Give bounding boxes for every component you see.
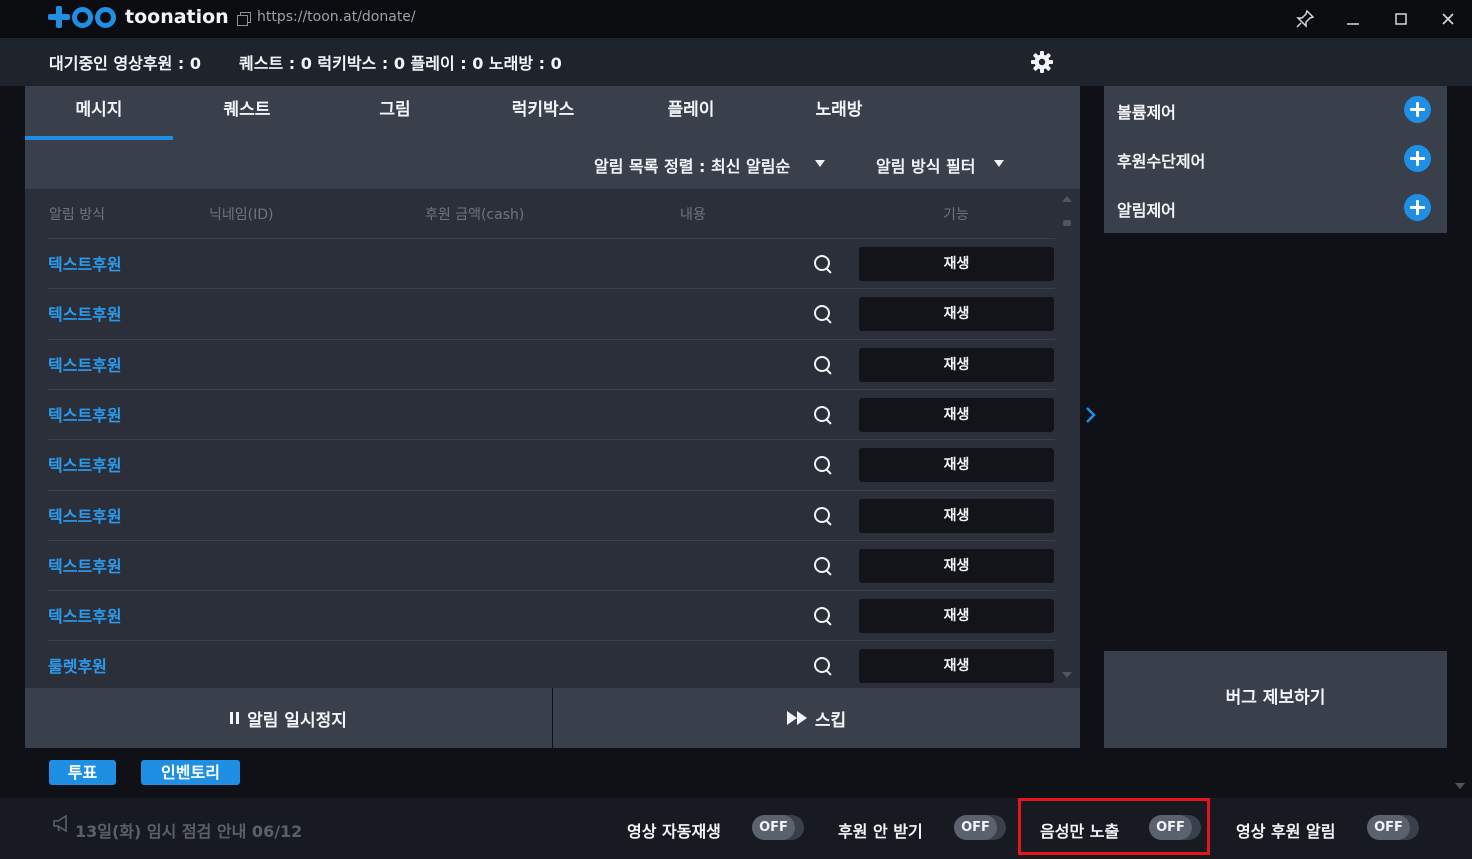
tab-play[interactable]: 플레이 bbox=[617, 86, 765, 140]
alert-method[interactable]: 룰렛후원 bbox=[48, 653, 107, 677]
chevron-right-icon[interactable] bbox=[1084, 405, 1098, 425]
video-autoplay-toggle[interactable]: OFF bbox=[752, 815, 804, 840]
copy-url-icon[interactable] bbox=[237, 12, 251, 26]
minimize-icon[interactable] bbox=[1330, 0, 1376, 38]
play-button[interactable]: 재생 bbox=[859, 549, 1054, 583]
table-row[interactable]: 텍스트후원 재생 bbox=[48, 339, 1055, 389]
search-icon[interactable] bbox=[814, 657, 832, 675]
table-row[interactable]: 텍스트후원 재생 bbox=[48, 439, 1055, 489]
no-donation-toggle[interactable]: OFF bbox=[954, 815, 1006, 840]
col-nickname: 닉네임(ID) bbox=[209, 207, 274, 223]
alert-method[interactable]: 텍스트후원 bbox=[48, 452, 122, 476]
table-row[interactable]: 텍스트후원 재생 bbox=[48, 238, 1055, 288]
search-icon[interactable] bbox=[814, 406, 832, 424]
col-amount: 후원 금액(cash) bbox=[425, 207, 525, 223]
alert-method[interactable]: 텍스트후원 bbox=[48, 503, 122, 527]
maximize-icon[interactable] bbox=[1378, 0, 1424, 38]
table-row[interactable]: 텍스트후원 재생 bbox=[48, 288, 1055, 338]
bug-report-button[interactable]: 버그 제보하기 bbox=[1104, 651, 1447, 748]
scrollbar-thumb[interactable] bbox=[1063, 220, 1071, 226]
video-donation-alert-label: 영상 후원 알림 bbox=[1236, 822, 1336, 841]
logo-text: toonation bbox=[125, 6, 229, 28]
pause-label: 알림 일시정지 bbox=[247, 710, 347, 731]
alert-control-label: 알림제어 bbox=[1117, 201, 1176, 220]
play-button[interactable]: 재생 bbox=[859, 499, 1054, 533]
video-autoplay-label: 영상 자동재생 bbox=[627, 822, 721, 841]
table-row[interactable]: 룰렛후원 재생 bbox=[48, 640, 1055, 688]
method-filter-dropdown[interactable]: 알림 방식 필터 bbox=[876, 153, 975, 177]
no-donation-label: 후원 안 받기 bbox=[838, 822, 923, 841]
search-icon[interactable] bbox=[814, 305, 832, 323]
highlight-box bbox=[1018, 798, 1210, 855]
filter-caret-icon[interactable] bbox=[994, 160, 1004, 167]
volume-control-label: 볼륨제어 bbox=[1117, 103, 1176, 122]
sort-caret-icon[interactable] bbox=[815, 160, 825, 167]
donation-method-control-label: 후원수단제어 bbox=[1117, 152, 1206, 171]
tab-karaoke[interactable]: 노래방 bbox=[765, 86, 913, 140]
scroll-down-arrow[interactable] bbox=[1062, 672, 1072, 678]
donation-method-control-add-icon[interactable] bbox=[1404, 145, 1431, 172]
fast-forward-icon bbox=[786, 711, 807, 725]
alert-method[interactable]: 텍스트후원 bbox=[48, 251, 122, 275]
megaphone-icon bbox=[52, 814, 72, 833]
notice-text[interactable]: 13일(화) 임시 점검 안내 06/12 bbox=[75, 818, 302, 842]
scroll-up-arrow[interactable] bbox=[1062, 196, 1072, 202]
logo-mark-icon bbox=[48, 6, 116, 28]
alert-method[interactable]: 텍스트후원 bbox=[48, 402, 122, 426]
alert-method[interactable]: 텍스트후원 bbox=[48, 301, 122, 325]
search-icon[interactable] bbox=[814, 356, 832, 374]
pause-alerts-button[interactable]: 알림 일시정지 bbox=[25, 688, 552, 748]
col-method: 알림 방식 bbox=[49, 207, 105, 223]
pause-icon bbox=[230, 712, 240, 724]
play-button[interactable]: 재생 bbox=[859, 247, 1054, 281]
col-content: 내용 bbox=[680, 207, 706, 223]
skip-button[interactable]: 스킵 bbox=[553, 688, 1080, 748]
search-icon[interactable] bbox=[814, 456, 832, 474]
search-icon[interactable] bbox=[814, 507, 832, 525]
gear-icon[interactable] bbox=[1030, 50, 1054, 74]
play-button[interactable]: 재생 bbox=[859, 348, 1054, 382]
play-button[interactable]: 재생 bbox=[859, 448, 1054, 482]
tab-bar: 메시지 퀘스트 그림 럭키박스 플레이 노래방 bbox=[25, 86, 1080, 140]
search-icon[interactable] bbox=[814, 607, 832, 625]
volume-control-add-icon[interactable] bbox=[1404, 96, 1431, 123]
col-function: 기능 bbox=[943, 207, 969, 223]
skip-label: 스킵 bbox=[814, 710, 847, 731]
sort-dropdown[interactable]: 알림 목록 정렬 : 최신 알림순 bbox=[594, 153, 790, 177]
table-row[interactable]: 텍스트후원 재생 bbox=[48, 490, 1055, 540]
table-row[interactable]: 텍스트후원 재생 bbox=[48, 389, 1055, 439]
vote-button[interactable]: 투표 bbox=[49, 760, 116, 785]
url-text: https://toon.at/donate/ bbox=[257, 9, 416, 25]
tab-quest[interactable]: 퀘스트 bbox=[173, 86, 321, 140]
right-scroll-down-arrow[interactable] bbox=[1455, 783, 1465, 789]
table-row[interactable]: 텍스트후원 재생 bbox=[48, 540, 1055, 590]
toonation-logo: toonation bbox=[48, 6, 229, 28]
tab-drawing[interactable]: 그림 bbox=[321, 86, 469, 140]
tab-luckybox[interactable]: 럭키박스 bbox=[469, 86, 617, 140]
play-button[interactable]: 재생 bbox=[859, 398, 1054, 432]
waiting-video-count: 대기중인 영상후원 : 0 bbox=[49, 54, 202, 73]
alert-method[interactable]: 텍스트후원 bbox=[48, 352, 122, 376]
inventory-button[interactable]: 인벤토리 bbox=[141, 760, 240, 785]
pin-icon[interactable] bbox=[1282, 0, 1328, 38]
other-counts: 퀘스트 : 0 럭키박스 : 0 플레이 : 0 노래방 : 0 bbox=[239, 54, 562, 73]
alert-method[interactable]: 텍스트후원 bbox=[48, 553, 122, 577]
video-donation-alert-toggle[interactable]: OFF bbox=[1367, 815, 1419, 840]
close-icon[interactable] bbox=[1425, 0, 1471, 38]
play-button[interactable]: 재생 bbox=[859, 297, 1054, 331]
tab-message[interactable]: 메시지 bbox=[25, 86, 173, 140]
table-row[interactable]: 텍스트후원 재생 bbox=[48, 590, 1055, 640]
play-button[interactable]: 재생 bbox=[859, 649, 1054, 683]
alert-method[interactable]: 텍스트후원 bbox=[48, 603, 122, 627]
search-icon[interactable] bbox=[814, 255, 832, 273]
search-icon[interactable] bbox=[814, 557, 832, 575]
play-button[interactable]: 재생 bbox=[859, 599, 1054, 633]
alert-control-add-icon[interactable] bbox=[1404, 194, 1431, 221]
stats-bar bbox=[0, 38, 1472, 86]
